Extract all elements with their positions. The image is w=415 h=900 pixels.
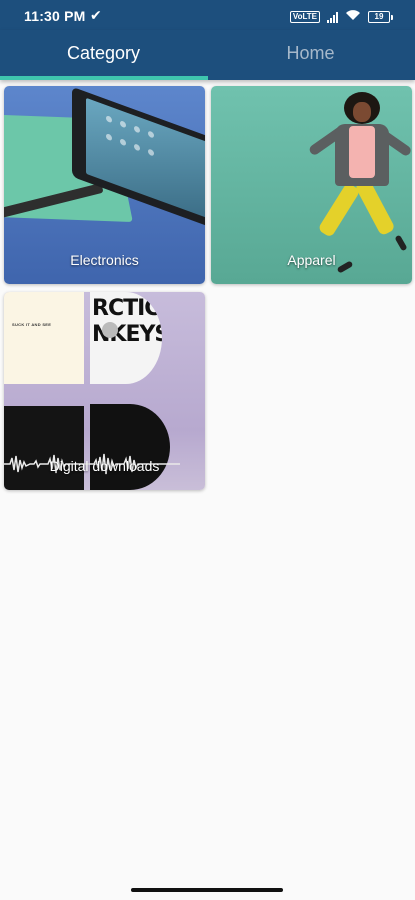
tab-home[interactable]: Home — [207, 30, 414, 80]
category-tile-digital-downloads[interactable]: SUCK IT AND SEE RCTIC NKEYS Digital down… — [4, 292, 205, 490]
tab-category[interactable]: Category — [0, 30, 207, 80]
check-icon: ✔ — [90, 7, 102, 23]
tab-indicator — [0, 76, 208, 80]
vinyl-record-image: RCTIC NKEYS — [90, 292, 162, 384]
volte-icon: VoLTE — [289, 11, 320, 23]
vinyl-text-line: RCTIC — [92, 296, 160, 321]
status-icons: VoLTE 19 — [289, 8, 393, 26]
category-label: Electronics — [70, 252, 139, 268]
tab-bar: Category Home — [0, 30, 415, 80]
wifi-icon — [345, 8, 361, 26]
status-time: 11:30 PM — [24, 8, 86, 24]
gesture-nav-handle[interactable] — [131, 888, 283, 892]
category-tile-apparel[interactable]: Apparel — [211, 86, 412, 284]
album-cover-dark-image — [4, 406, 84, 490]
album-cover-text: SUCK IT AND SEE — [12, 322, 52, 327]
battery-icon: 19 — [368, 11, 393, 23]
category-label: Digital downloads — [49, 458, 160, 474]
vinyl-record-dark-image — [90, 404, 170, 490]
album-cover-image: SUCK IT AND SEE — [4, 292, 84, 384]
status-bar: 11:30 PM ✔ VoLTE 19 — [0, 0, 415, 30]
signal-icon — [327, 11, 338, 23]
category-label: Apparel — [287, 252, 336, 268]
battery-level: 19 — [368, 11, 390, 23]
category-tile-electronics[interactable]: Electronics — [4, 86, 205, 284]
